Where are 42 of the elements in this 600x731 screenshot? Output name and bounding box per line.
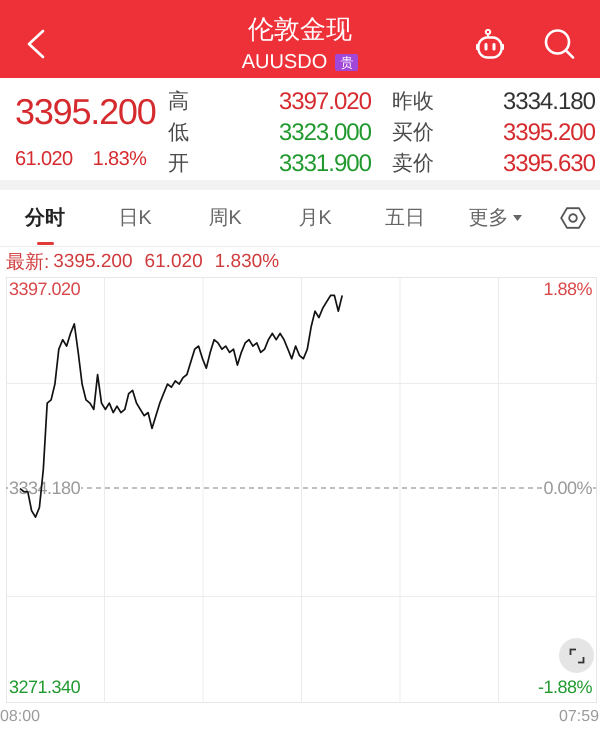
fullscreen-button[interactable] — [559, 638, 594, 673]
time-axis-label: 07:59 — [558, 707, 600, 727]
stat-value: 3331.900 — [278, 149, 371, 179]
chart-tab[interactable]: 日K — [90, 190, 180, 246]
stat-value: 3323.000 — [278, 118, 371, 148]
chart-tab[interactable]: 月K — [270, 190, 360, 246]
tab-indicator — [36, 242, 54, 245]
stat-label: 昨收 — [391, 89, 435, 115]
latest-change-percent: 1.830% — [214, 251, 280, 273]
chart-tab[interactable]: 周K — [180, 190, 270, 246]
stat-label: 卖价 — [391, 151, 435, 177]
time-axis-label: 08:00 — [0, 707, 40, 727]
chart-tab[interactable]: 分时 — [0, 190, 90, 246]
stat-label: 高 — [167, 89, 190, 115]
caret-icon — [512, 215, 522, 221]
stat-label: 开 — [167, 151, 190, 177]
chart-tab[interactable]: 五日 — [360, 190, 450, 246]
latest-change: 61.020 — [144, 251, 203, 273]
page-title: 伦敦金现 — [248, 13, 352, 46]
settings-icon — [560, 207, 586, 229]
stat-label: 买价 — [391, 120, 435, 146]
search-button[interactable] — [544, 29, 575, 59]
stat-value: 3334.180 — [502, 87, 595, 117]
price-change: 61.020 — [15, 147, 73, 171]
current-price: 3395.200 — [15, 92, 157, 132]
robot-icon — [476, 29, 504, 59]
stat-value: 3395.630 — [502, 149, 595, 179]
back-button[interactable] — [26, 29, 46, 59]
robot-button[interactable] — [476, 29, 504, 59]
price-change-percent: 1.83% — [92, 147, 146, 171]
back-icon — [26, 29, 46, 59]
symbol-code: AUUSDO — [242, 52, 328, 72]
stat-value: 3395.200 — [502, 118, 595, 148]
settings-button[interactable] — [560, 207, 586, 229]
search-icon — [544, 29, 575, 59]
latest-price: 3395.200 — [53, 251, 133, 273]
expand-icon — [568, 648, 584, 664]
chart-tab[interactable]: 更多 — [450, 190, 540, 246]
stat-value: 3397.020 — [278, 87, 371, 117]
stat-label: 低 — [167, 120, 190, 146]
latest-label: 最新: — [6, 251, 50, 275]
category-badge: 贵 — [335, 54, 358, 70]
